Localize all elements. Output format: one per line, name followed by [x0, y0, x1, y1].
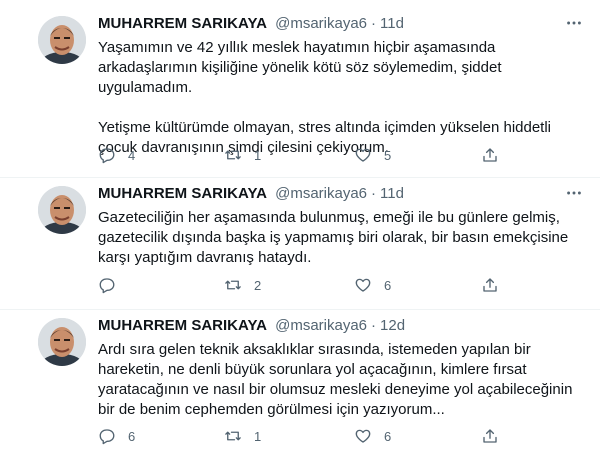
- separator-dot: ·: [371, 317, 377, 334]
- tweet[interactable]: MUHARREM SARIKAYA @msarikaya6 · 11d Gazete…: [0, 178, 600, 310]
- more-icon[interactable]: [564, 184, 584, 204]
- retweet-icon: [224, 146, 242, 164]
- retweet-count: 1: [254, 428, 262, 444]
- like-count: 6: [384, 277, 392, 293]
- reply-button[interactable]: [98, 275, 128, 295]
- tweet-text: Yaşamımın ve 42 yıllık meslek hayatımın …: [98, 39, 552, 156]
- heart-icon: [354, 427, 372, 445]
- tweet-actions: 6 1 6: [98, 426, 498, 446]
- share-icon: [481, 427, 499, 445]
- share-button[interactable]: [481, 426, 499, 446]
- like-count: 6: [384, 428, 392, 444]
- more-icon[interactable]: [564, 14, 584, 34]
- like-count: 5: [384, 147, 392, 163]
- reply-button[interactable]: 6: [98, 426, 135, 446]
- tweet[interactable]: MUHARREM SARIKAYA @msarikaya6 · 12d Ardı s…: [0, 310, 600, 456]
- retweet-icon: [224, 276, 242, 294]
- retweet-button[interactable]: 1: [224, 145, 261, 165]
- tweet-text: Gazeteciliğin her aşamasında bulunmuş, e…: [98, 209, 569, 266]
- reply-count: 6: [128, 428, 136, 444]
- author-handle[interactable]: @msarikaya6: [275, 185, 367, 202]
- like-button[interactable]: 6: [354, 426, 391, 446]
- like-button[interactable]: 6: [354, 275, 391, 295]
- reply-icon: [98, 276, 116, 294]
- tweet-text: Ardı sıra gelen teknik aksaklıklar sıras…: [98, 341, 573, 418]
- tweet[interactable]: MUHARREM SARIKAYA @msarikaya6 · 11d Yaşamı…: [0, 0, 600, 178]
- retweet-icon: [224, 427, 242, 445]
- retweet-count: 2: [254, 277, 262, 293]
- tweet-actions: 2 6: [98, 275, 498, 295]
- author-handle[interactable]: @msarikaya6: [275, 317, 367, 334]
- share-icon: [481, 276, 499, 294]
- separator-dot: ·: [371, 185, 377, 202]
- avatar[interactable]: [38, 16, 86, 64]
- reply-count: 4: [128, 147, 136, 163]
- timestamp[interactable]: 11d: [380, 185, 404, 202]
- retweet-button[interactable]: 1: [224, 426, 261, 446]
- heart-icon: [354, 276, 372, 294]
- tweet-header: MUHARREM SARIKAYA @msarikaya6 · 12d: [98, 316, 405, 336]
- share-icon: [481, 146, 499, 164]
- retweet-button[interactable]: 2: [224, 275, 261, 295]
- author-name[interactable]: MUHARREM SARIKAYA: [98, 317, 267, 334]
- share-button[interactable]: [481, 275, 499, 295]
- reply-icon: [98, 146, 116, 164]
- reply-icon: [98, 427, 116, 445]
- tweet-header: MUHARREM SARIKAYA @msarikaya6 · 11d: [98, 14, 404, 34]
- author-name[interactable]: MUHARREM SARIKAYA: [98, 185, 267, 202]
- like-button[interactable]: 5: [354, 145, 391, 165]
- retweet-count: 1: [254, 147, 262, 163]
- author-handle[interactable]: @msarikaya6: [275, 15, 367, 32]
- reply-button[interactable]: 4: [98, 145, 135, 165]
- heart-icon: [354, 146, 372, 164]
- tweet-header: MUHARREM SARIKAYA @msarikaya6 · 11d: [98, 184, 404, 204]
- timestamp[interactable]: 11d: [380, 15, 404, 32]
- tweet-actions: 4 1 5: [98, 145, 498, 165]
- timestamp[interactable]: 12d: [380, 317, 405, 334]
- share-button[interactable]: [481, 145, 499, 165]
- separator-dot: ·: [371, 15, 377, 32]
- avatar[interactable]: [38, 186, 86, 234]
- author-name[interactable]: MUHARREM SARIKAYA: [98, 15, 267, 32]
- avatar[interactable]: [38, 318, 86, 366]
